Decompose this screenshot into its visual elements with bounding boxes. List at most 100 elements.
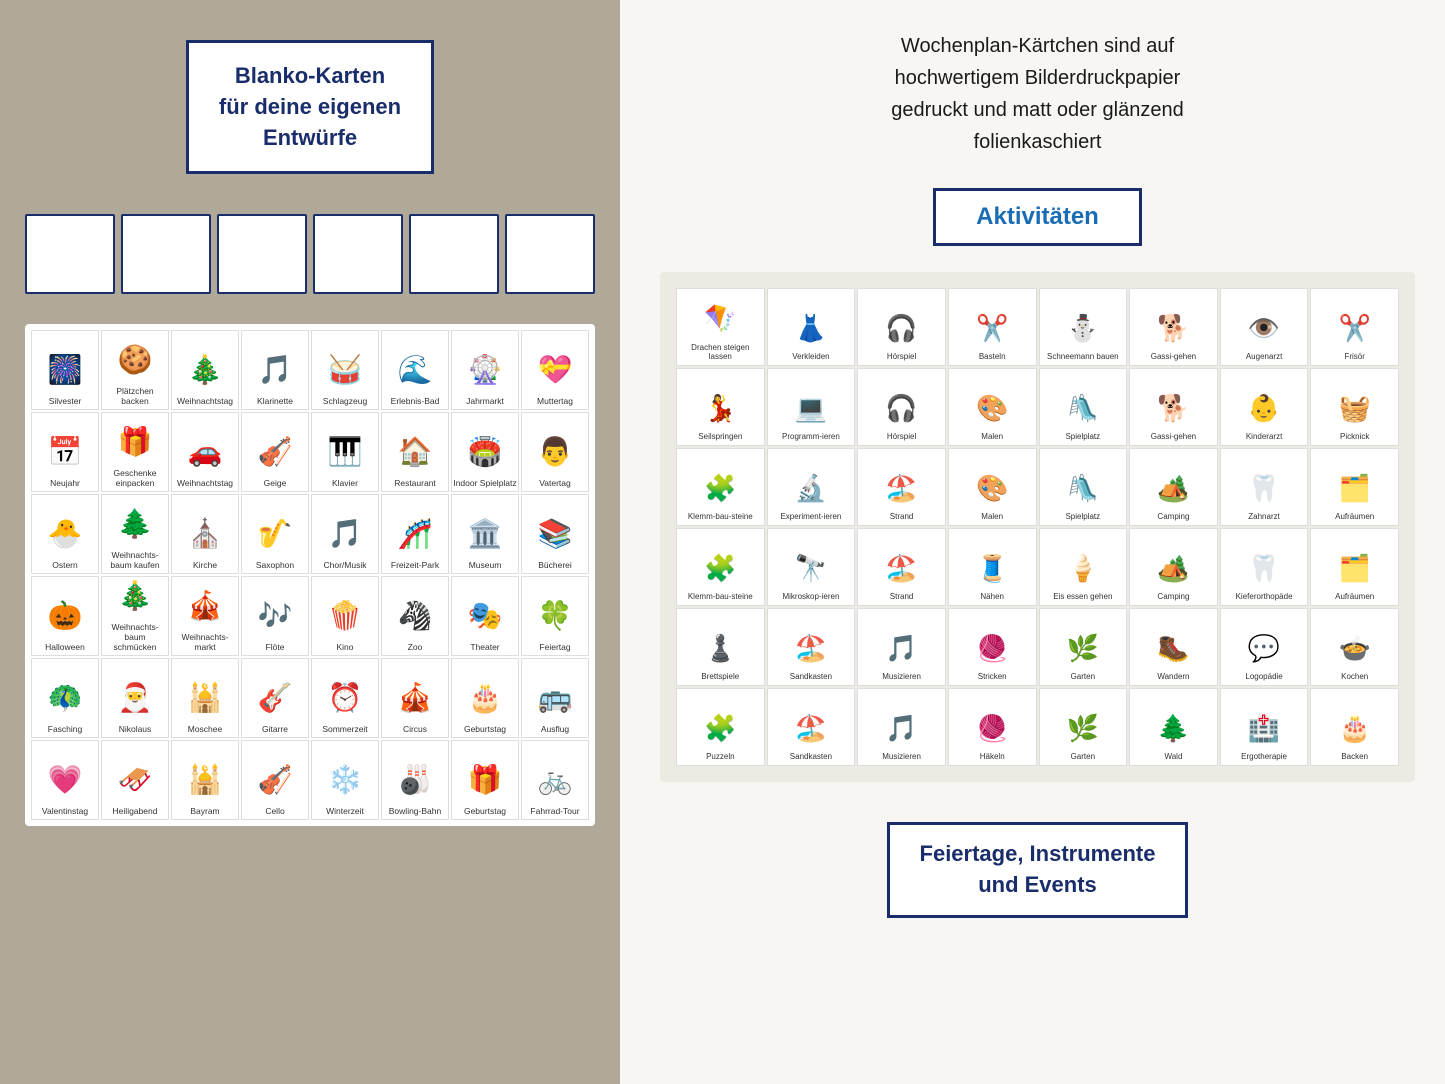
holiday-card-15: 👨 Vatertag bbox=[521, 412, 589, 492]
right-panel: Wochenplan-Kärtchen sind aufhochwertigem… bbox=[620, 0, 1445, 1084]
holiday-card-label-25: Weihnachts-baum schmücken bbox=[103, 622, 167, 653]
activity-card-3: ✂️ Basteln bbox=[948, 288, 1037, 366]
holiday-card-label-22: Museum bbox=[469, 560, 502, 570]
activity-card-14: 👶 Kinderarzt bbox=[1220, 368, 1309, 446]
holiday-card-icon-45: 🎳 bbox=[391, 756, 439, 804]
holiday-card-32: 🦚 Fasching bbox=[31, 658, 99, 738]
activity-card-28: 🍦 Eis essen gehen bbox=[1039, 528, 1128, 606]
activity-icon-28: 🍦 bbox=[1067, 546, 1099, 590]
activity-icon-45: 🌲 bbox=[1157, 706, 1189, 750]
holiday-card-label-14: Indoor Spielplatz bbox=[453, 478, 516, 488]
activity-icon-11: 🎨 bbox=[976, 386, 1008, 430]
holiday-card-8: 📅 Neujahr bbox=[31, 412, 99, 492]
blank-card-6 bbox=[505, 214, 595, 294]
holiday-card-34: 🕌 Moschee bbox=[171, 658, 239, 738]
holiday-card-label-33: Nikolaus bbox=[119, 724, 152, 734]
blank-cards-row bbox=[25, 214, 595, 294]
activity-label-36: Garten bbox=[1071, 672, 1095, 682]
activity-card-2: 🎧 Hörspiel bbox=[857, 288, 946, 366]
holiday-card-21: 🎢 Freizeit-Park bbox=[381, 494, 449, 574]
activity-icon-8: 💃 bbox=[704, 386, 736, 430]
activity-label-27: Nähen bbox=[980, 592, 1004, 602]
activity-card-18: 🏖️ Strand bbox=[857, 448, 946, 526]
holiday-card-label-31: Feiertag bbox=[539, 642, 570, 652]
holiday-card-0: 🎆 Silvester bbox=[31, 330, 99, 410]
holiday-card-icon-22: 🏛️ bbox=[461, 510, 509, 558]
holiday-card-25: 🎄 Weihnachts-baum schmücken bbox=[101, 576, 169, 656]
holiday-card-label-12: Klavier bbox=[332, 478, 358, 488]
holiday-card-45: 🎳 Bowling-Bahn bbox=[381, 740, 449, 820]
activity-label-39: Kochen bbox=[1341, 672, 1368, 682]
blanko-line2: für deine eigenen bbox=[219, 94, 401, 119]
holiday-card-26: 🎪 Weihnachts-markt bbox=[171, 576, 239, 656]
holiday-card-icon-40: 💗 bbox=[41, 756, 89, 804]
blank-card-3 bbox=[217, 214, 307, 294]
activity-card-37: 🥾 Wandern bbox=[1129, 608, 1218, 686]
activity-icon-13: 🐕 bbox=[1157, 386, 1189, 430]
holiday-card-3: 🎵 Klarinette bbox=[241, 330, 309, 410]
activity-card-16: 🧩 Klemm-bau-steine bbox=[676, 448, 765, 526]
holiday-card-label-39: Ausflug bbox=[541, 724, 569, 734]
activity-card-33: 🏖️ Sandkasten bbox=[767, 608, 856, 686]
activity-label-25: Mikroskop-ieren bbox=[782, 592, 839, 602]
holiday-card-43: 🎻 Cello bbox=[241, 740, 309, 820]
activity-card-4: ⛄ Schneemann bauen bbox=[1039, 288, 1128, 366]
activity-label-17: Experiment-ieren bbox=[780, 512, 841, 522]
activity-icon-33: 🏖️ bbox=[795, 626, 827, 670]
activity-icon-19: 🎨 bbox=[976, 466, 1008, 510]
holiday-card-46: 🎁 Geburtstag bbox=[451, 740, 519, 820]
activity-card-9: 💻 Programm-ieren bbox=[767, 368, 856, 446]
holiday-card-icon-13: 🏠 bbox=[391, 428, 439, 476]
activity-icon-23: 🗂️ bbox=[1339, 466, 1371, 510]
aktivitaeten-title: Aktivitäten bbox=[976, 203, 1099, 230]
activity-icon-29: 🏕️ bbox=[1157, 546, 1189, 590]
holiday-card-icon-17: 🌲 bbox=[111, 500, 159, 548]
activity-icon-2: 🎧 bbox=[885, 306, 917, 350]
activity-icon-32: ♟️ bbox=[704, 626, 736, 670]
holiday-card-icon-11: 🎻 bbox=[251, 428, 299, 476]
activity-icon-47: 🎂 bbox=[1339, 706, 1371, 750]
activity-label-21: Camping bbox=[1157, 512, 1189, 522]
holiday-card-12: 🎹 Klavier bbox=[311, 412, 379, 492]
holiday-card-label-6: Jahrmarkt bbox=[466, 396, 504, 406]
holiday-card-label-16: Ostern bbox=[52, 560, 78, 570]
holiday-card-42: 🕌 Bayram bbox=[171, 740, 239, 820]
activity-label-45: Wald bbox=[1164, 752, 1182, 762]
holiday-card-35: 🎸 Gitarre bbox=[241, 658, 309, 738]
activity-icon-46: 🏥 bbox=[1248, 706, 1280, 750]
activity-card-32: ♟️ Brettspiele bbox=[676, 608, 765, 686]
activity-card-12: 🛝 Spielplatz bbox=[1039, 368, 1128, 446]
holiday-card-icon-35: 🎸 bbox=[251, 674, 299, 722]
activity-label-9: Programm-ieren bbox=[782, 432, 840, 442]
holiday-card-label-30: Theater bbox=[470, 642, 499, 652]
holiday-card-icon-3: 🎵 bbox=[251, 346, 299, 394]
holiday-card-14: 🏟️ Indoor Spielplatz bbox=[451, 412, 519, 492]
activity-card-40: 🧩 Puzzeln bbox=[676, 688, 765, 766]
holiday-card-label-45: Bowling-Bahn bbox=[389, 806, 441, 816]
holiday-card-icon-6: 🎡 bbox=[461, 346, 509, 394]
activity-label-16: Klemm-bau-steine bbox=[688, 512, 753, 522]
activity-label-35: Stricken bbox=[978, 672, 1007, 682]
holiday-card-11: 🎻 Geige bbox=[241, 412, 309, 492]
activity-card-42: 🎵 Musizieren bbox=[857, 688, 946, 766]
holiday-card-icon-24: 🎃 bbox=[41, 592, 89, 640]
holiday-card-1: 🍪 Plätzchen backen bbox=[101, 330, 169, 410]
holiday-card-icon-47: 🚲 bbox=[531, 756, 579, 804]
holiday-card-icon-36: ⏰ bbox=[321, 674, 369, 722]
activity-icon-1: 👗 bbox=[795, 306, 827, 350]
activity-label-42: Musizieren bbox=[882, 752, 921, 762]
activity-label-19: Malen bbox=[981, 512, 1003, 522]
holiday-card-label-23: Bücherei bbox=[538, 560, 572, 570]
holiday-card-label-0: Silvester bbox=[49, 396, 82, 406]
holiday-card-40: 💗 Valentinstag bbox=[31, 740, 99, 820]
activity-card-38: 💬 Logopädie bbox=[1220, 608, 1309, 686]
holiday-card-label-8: Neujahr bbox=[50, 478, 80, 488]
activity-card-39: 🍲 Kochen bbox=[1310, 608, 1399, 686]
holiday-card-icon-16: 🐣 bbox=[41, 510, 89, 558]
holiday-card-16: 🐣 Ostern bbox=[31, 494, 99, 574]
activity-icon-16: 🧩 bbox=[704, 466, 736, 510]
activity-label-6: Augenarzt bbox=[1246, 352, 1282, 362]
activity-card-27: 🧵 Nähen bbox=[948, 528, 1037, 606]
activity-icon-41: 🏖️ bbox=[795, 706, 827, 750]
holiday-card-label-38: Geburtstag bbox=[464, 724, 506, 734]
